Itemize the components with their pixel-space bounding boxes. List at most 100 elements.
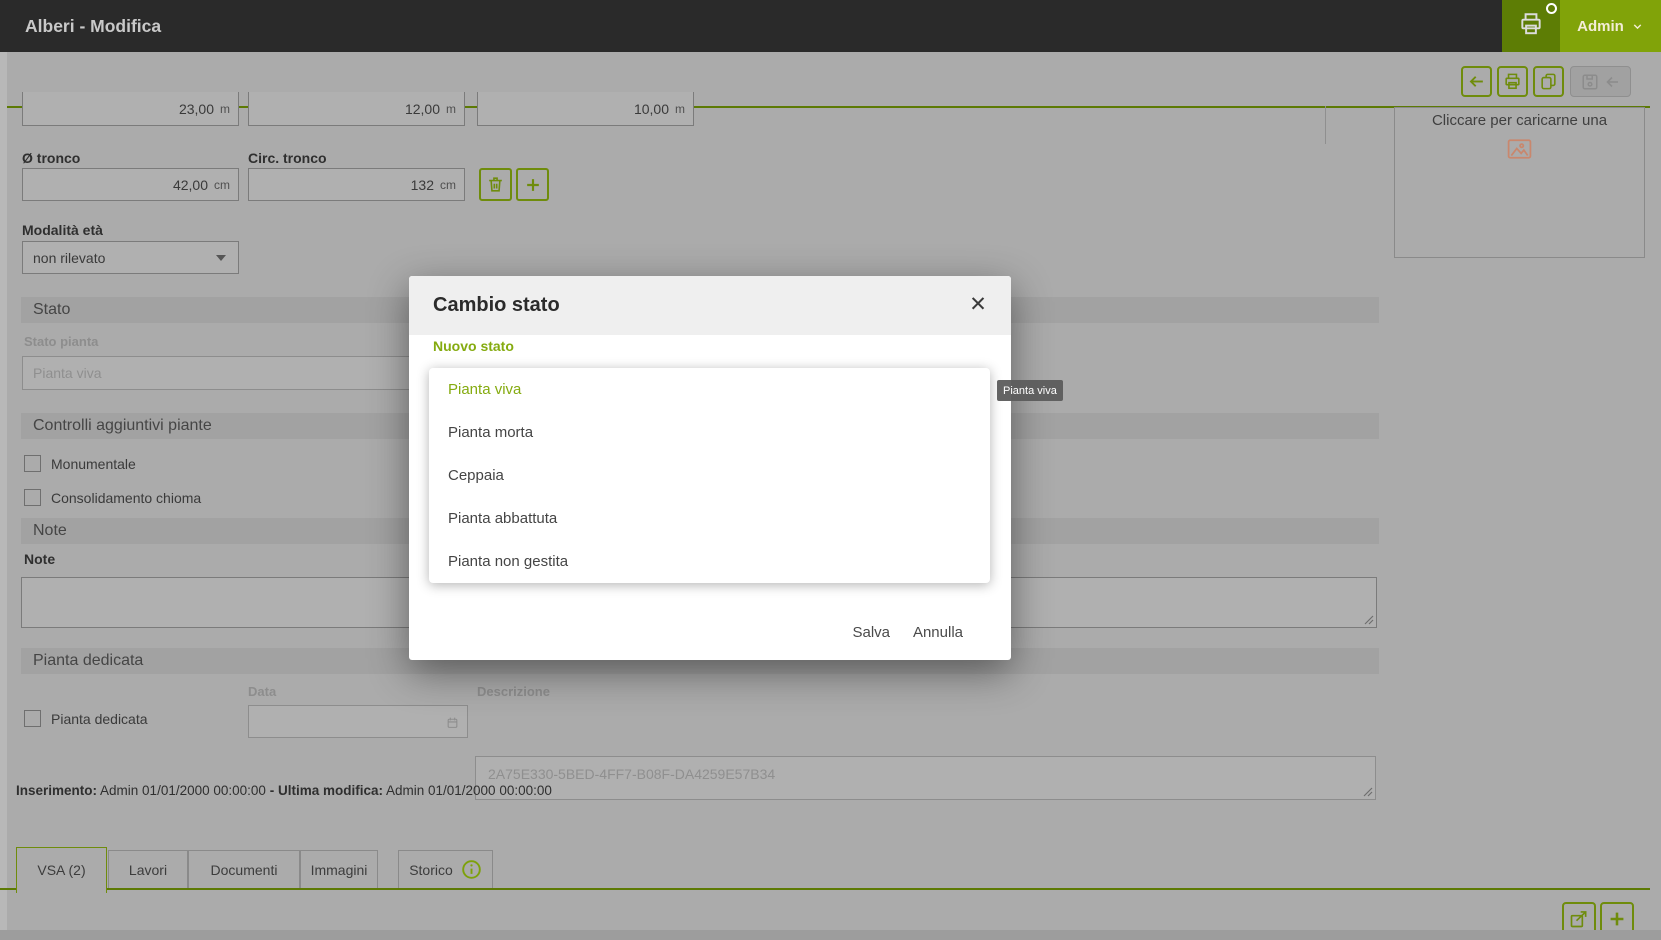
printer-icon [1518,11,1544,42]
resize-grip-icon[interactable] [1364,615,1374,625]
measure-field-1[interactable]: 23,00 m [22,92,239,126]
tab-vsa[interactable]: VSA (2) [16,847,107,893]
add-trunk-button[interactable] [516,168,549,201]
trunk-circumference-label: Circ. tronco [248,150,327,166]
tab-documenti[interactable]: Documenti [188,850,300,888]
measure-field-2[interactable]: 12,00 m [248,92,465,126]
trunk-diameter-field[interactable]: 42,00 cm [22,168,239,201]
measure-unit: m [675,102,685,116]
cancel-button[interactable]: Annulla [913,624,963,641]
audit-ins-label: Inserimento: [16,783,97,798]
trunk-diameter-value: 42,00 [173,177,208,193]
measure-field-3[interactable]: 10,00 m [477,92,694,126]
tab-lavori-label: Lavori [129,862,167,878]
data-label: Data [248,684,276,699]
measure-value: 12,00 [405,101,440,117]
descrizione-textarea[interactable]: 2A75E330-5BED-4FF7-B08F-DA4259E57B34 [475,756,1376,800]
printer-icon [1503,72,1522,91]
admin-menu[interactable]: Admin [1560,0,1661,52]
checkbox-row-consolidamento: Consolidamento chioma [24,489,201,506]
upload-hint: Cliccare per caricarne una [1395,112,1644,129]
resize-grip-icon[interactable] [1363,787,1373,797]
tab-storico[interactable]: Storico [398,850,493,888]
chevron-down-icon [1631,20,1644,33]
tab-storico-label: Storico [409,862,453,878]
option-ceppaia[interactable]: Ceppaia [429,454,990,497]
data-field[interactable] [248,705,468,738]
arrow-left-icon [1603,73,1621,91]
option-pianta-viva[interactable]: Pianta viva [429,368,990,411]
trunk-diameter-label: Ø tronco [22,150,80,166]
note-label: Note [24,551,55,567]
audit-ins-value: Admin 01/01/2000 00:00:00 [100,783,266,798]
save-back-button-disabled[interactable] [1570,66,1631,97]
audit-mod-label: Ultima modifica: [278,783,383,798]
dialog-title: Cambio stato [433,276,560,335]
plus-icon [1606,908,1628,930]
audit-separator: - [270,783,275,798]
plus-icon [523,175,543,195]
cambio-stato-dialog: Cambio stato ✕ Nuovo stato Pianta viva P… [409,276,1011,660]
caret-down-icon [216,255,226,261]
tab-lavori[interactable]: Lavori [108,850,188,888]
floppy-save-icon [1581,73,1599,91]
save-button[interactable]: Salva [852,624,890,641]
option-pianta-abbattuta[interactable]: Pianta abbattuta [429,497,990,540]
image-upload-panel[interactable]: Cliccare per caricarne una [1394,107,1645,258]
trunk-circumference-field[interactable]: 132 cm [248,168,465,201]
duplicate-button[interactable] [1533,66,1564,97]
option-pianta-non-gestita[interactable]: Pianta non gestita [429,540,990,583]
tabs-baseline [0,888,1650,890]
option-pianta-morta[interactable]: Pianta morta [429,411,990,454]
age-mode-value: non rilevato [33,250,105,266]
page-title: Alberi - Modifica [25,0,161,52]
arrow-left-icon [1467,72,1486,91]
copy-icon [1539,72,1558,91]
audit-mod-value: Admin 01/01/2000 00:00:00 [386,783,552,798]
trunk-circumference-value: 132 [411,177,434,193]
checkbox-row-monumentale: Monumentale [24,455,136,472]
close-icon[interactable]: ✕ [965,291,991,317]
image-icon [1395,137,1644,166]
delete-trunk-button[interactable] [479,168,512,201]
pianta-dedicata-label: Pianta dedicata [51,711,148,727]
measure-value: 10,00 [634,101,669,117]
column-divider [1325,106,1326,144]
tab-documenti-label: Documenti [211,862,278,878]
tab-vsa-label: VSA (2) [37,862,85,878]
admin-menu-label: Admin [1577,18,1624,35]
checkbox-row-dedicata: Pianta dedicata [24,710,148,727]
monumentale-checkbox[interactable] [24,455,41,472]
trunk-diameter-unit: cm [214,178,230,192]
open-external-icon [1569,909,1589,929]
back-button[interactable] [1461,66,1492,97]
descrizione-value: 2A75E330-5BED-4FF7-B08F-DA4259E57B34 [476,757,1375,791]
pianta-dedicata-checkbox[interactable] [24,710,41,727]
tab-immagini[interactable]: Immagini [300,850,378,888]
tab-immagini-label: Immagini [311,862,368,878]
info-icon [461,859,482,880]
stato-option-list: Pianta viva Pianta morta Ceppaia Pianta … [429,368,990,583]
audit-line: Inserimento: Admin 01/01/2000 00:00:00 -… [16,783,552,798]
measure-value: 23,00 [179,101,214,117]
print-button[interactable] [1497,66,1528,97]
age-mode-select[interactable]: non rilevato [22,241,239,274]
monumentale-label: Monumentale [51,456,136,472]
measure-unit: m [446,102,456,116]
app-screen: Alberi - Modifica Admin Cliccare per car… [0,0,1661,940]
notification-badge [1546,3,1557,14]
calendar-icon [446,716,459,729]
stato-pianta-label: Stato pianta [24,334,98,349]
scrollbar[interactable] [0,52,7,932]
measure-unit: m [220,102,230,116]
trash-icon [486,175,505,194]
descrizione-label: Descrizione [477,684,550,699]
consolidamento-checkbox[interactable] [24,489,41,506]
nuovo-stato-label: Nuovo stato [433,338,514,354]
age-mode-label: Modalità età [22,222,103,238]
stato-pianta-value: Pianta viva [33,365,101,381]
bottom-strip [0,930,1661,940]
app-header [0,0,1661,52]
consolidamento-label: Consolidamento chioma [51,490,201,506]
tooltip: Pianta viva [997,380,1063,401]
